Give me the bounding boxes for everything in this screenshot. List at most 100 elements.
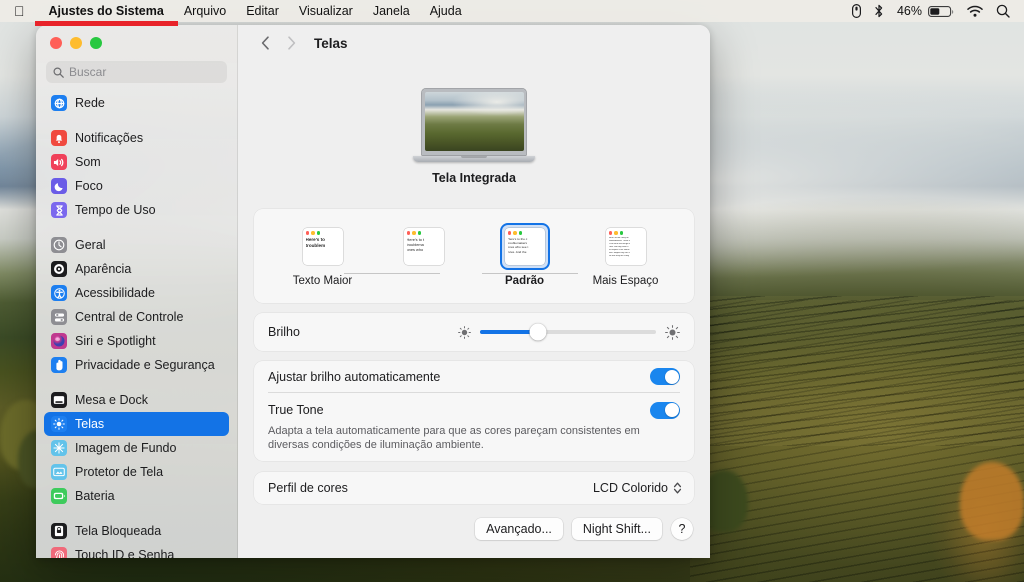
- sidebar-item-label: Protetor de Tela: [75, 465, 164, 479]
- sidebar-item-mesa-e-dock[interactable]: Mesa e Dock: [44, 388, 229, 412]
- desktop-dock-icon: [51, 392, 67, 408]
- sidebar-item-apar-ncia[interactable]: Aparência: [44, 257, 229, 281]
- brightness-card: Brilho: [254, 313, 694, 351]
- brightness-thumb[interactable]: [529, 323, 547, 341]
- appearance-icon: [51, 261, 67, 277]
- scaling-thumbnail-preview: Here's to t troublema ones who: [403, 228, 444, 265]
- content-toolbar: Telas: [238, 25, 710, 61]
- scaling-thumbnail-preview: Here's to the crazy on troublemakers. The…: [605, 228, 646, 265]
- scaling-thumbnail-preview: Here's to the c troublemakers ones who see…: [504, 228, 545, 265]
- auto-brightness-toggle[interactable]: [650, 368, 680, 385]
- true-tone-toggle[interactable]: [650, 401, 680, 419]
- menu-item-janela[interactable]: Janela: [363, 0, 420, 22]
- menu-item-visualizar[interactable]: Visualizar: [289, 0, 363, 22]
- sidebar-item-label: Geral: [75, 238, 106, 252]
- chevron-right-icon[interactable]: [280, 32, 302, 54]
- sidebar-item-tela-bloqueada[interactable]: Tela Bloqueada: [44, 519, 229, 543]
- menu-item-editar[interactable]: Editar: [236, 0, 289, 22]
- sidebar-item-imagem-de-fundo[interactable]: Imagem de Fundo: [44, 436, 229, 460]
- sidebar-item-label: Aparência: [75, 262, 132, 276]
- menu-item-arquivo[interactable]: Arquivo: [174, 0, 236, 22]
- color-profile-popup[interactable]: LCD Colorido: [593, 481, 682, 495]
- scaling-option-label: Texto Maior: [292, 275, 353, 287]
- sidebar-item-som[interactable]: Som: [44, 150, 229, 174]
- apple-logo-icon[interactable]: : [14, 4, 25, 18]
- scaling-option-label: Padrão: [505, 275, 544, 287]
- mouse-battery-icon[interactable]: [851, 4, 861, 18]
- fingerprint-icon: [51, 547, 67, 558]
- scaling-option-mais-espa-o[interactable]: Here's to the crazy on troublemakers. The…: [583, 225, 669, 287]
- sidebar-item-central-de-controle[interactable]: Central de Controle: [44, 305, 229, 329]
- scaling-option-texto-maior[interactable]: Here's to troublem Texto Maior: [280, 225, 366, 287]
- search-input[interactable]: [69, 65, 220, 79]
- bottom-buttons: Avançado... Night Shift... ?: [254, 517, 694, 540]
- scaling-thumbnail: Here's to the c troublemakers ones who see…: [501, 225, 548, 268]
- sidebar-item-geral[interactable]: Geral: [44, 233, 229, 257]
- scaling-thumbnail: Here's to t troublema ones who: [401, 225, 447, 268]
- scaling-thumbnail-preview: Here's to troublem: [302, 228, 343, 265]
- chevron-left-icon[interactable]: [254, 32, 276, 54]
- spotlight-search-icon[interactable]: [996, 4, 1010, 18]
- minimize-button[interactable]: [70, 37, 82, 49]
- menu-item-app[interactable]: Ajustes do Sistema: [34, 0, 179, 26]
- hourglass-icon: [51, 202, 67, 218]
- help-button[interactable]: ?: [671, 517, 693, 540]
- wallpaper-tree: [960, 462, 1024, 540]
- sidebar-item-label: Mesa e Dock: [75, 393, 148, 407]
- sidebar-item-label: Bateria: [75, 489, 115, 503]
- chevron-updown-icon: [673, 481, 682, 495]
- bluetooth-icon[interactable]: [874, 4, 884, 18]
- sidebar: Rede Notificações Som Foco Tempo de Uso Geral…: [36, 25, 238, 558]
- battery-icon[interactable]: [928, 5, 954, 18]
- night-shift-button[interactable]: Night Shift...: [571, 517, 662, 540]
- sidebar-item-label: Privacidade e Segurança: [75, 358, 215, 372]
- sidebar-item-acessibilidade[interactable]: Acessibilidade: [44, 281, 229, 305]
- brightness-slider[interactable]: [458, 323, 680, 341]
- sidebar-item-privacidade-e-seguran-a[interactable]: Privacidade e Segurança: [44, 353, 229, 377]
- scaling-option-unnamed-1[interactable]: Here's to t troublema ones who: [381, 225, 467, 275]
- sidebar-group-separator: [44, 377, 229, 388]
- sidebar-item-label: Tempo de Uso: [75, 203, 156, 217]
- magnifier-icon: [53, 66, 64, 78]
- sidebar-item-touch-id-e-senha[interactable]: Touch ID e Senha: [44, 543, 229, 558]
- lock-screen-icon: [51, 523, 67, 539]
- laptop-graphic: [413, 88, 535, 162]
- thumbnail-traffic-lights: [507, 231, 542, 235]
- siri-icon: [51, 333, 67, 349]
- brightness-track[interactable]: [480, 323, 656, 341]
- sidebar-item-bateria[interactable]: Bateria: [44, 484, 229, 508]
- sidebar-item-label: Acessibilidade: [75, 286, 155, 300]
- battery-icon: [51, 488, 67, 504]
- sidebar-item-rede[interactable]: Rede: [44, 91, 229, 115]
- display-preview[interactable]: Tela Integrada: [254, 61, 694, 185]
- search-field[interactable]: [46, 61, 227, 83]
- sidebar-item-protetor-de-tela[interactable]: Protetor de Tela: [44, 460, 229, 484]
- hand-privacy-icon: [51, 357, 67, 373]
- scaling-options-card: Here's to troublem Texto Maior Here's to tt…: [254, 209, 694, 303]
- high-brightness-icon: [665, 324, 680, 340]
- sidebar-item-label: Imagem de Fundo: [75, 441, 177, 455]
- brightness-icon: [51, 416, 67, 432]
- menu-item-ajuda[interactable]: Ajuda: [420, 0, 472, 22]
- battery-percentage: 46%: [896, 4, 922, 18]
- close-button[interactable]: [50, 37, 62, 49]
- sidebar-item-label: Touch ID e Senha: [75, 548, 175, 558]
- true-tone-row: True Tone: [268, 393, 680, 424]
- color-profile-value: LCD Colorido: [592, 480, 668, 495]
- screensaver-icon: [51, 464, 67, 480]
- system-settings-window: Rede Notificações Som Foco Tempo de Uso Geral…: [36, 25, 710, 558]
- sidebar-item-telas[interactable]: Telas: [44, 412, 229, 436]
- sidebar-item-label: Som: [75, 155, 101, 169]
- search-container: [36, 49, 237, 87]
- advanced-button[interactable]: Avançado...: [475, 517, 563, 540]
- wallpaper-vineyard-rows-upper: [690, 296, 1024, 446]
- sidebar-item-label: Notificações: [75, 131, 144, 145]
- sidebar-item-notifica-es[interactable]: Notificações: [44, 126, 229, 150]
- wallpaper-icon: [51, 440, 67, 456]
- scaling-option-padr-o[interactable]: Here's to the c troublemakers ones who see…: [482, 225, 568, 287]
- wifi-icon[interactable]: [967, 5, 983, 18]
- sidebar-item-tempo-de-uso[interactable]: Tempo de Uso: [44, 198, 229, 222]
- sidebar-item-siri-e-spotlight[interactable]: Siri e Spotlight: [44, 329, 229, 353]
- sidebar-item-foco[interactable]: Foco: [44, 174, 229, 198]
- zoom-button[interactable]: [90, 37, 102, 49]
